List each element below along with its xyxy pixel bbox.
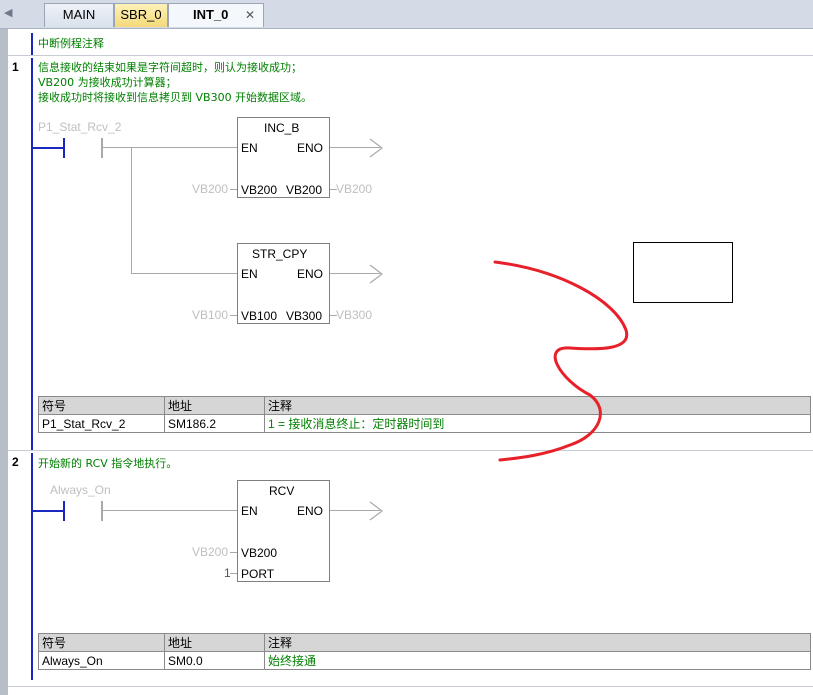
scribble-stroke: [493, 260, 629, 462]
red-scribble-annotation: [493, 260, 629, 462]
